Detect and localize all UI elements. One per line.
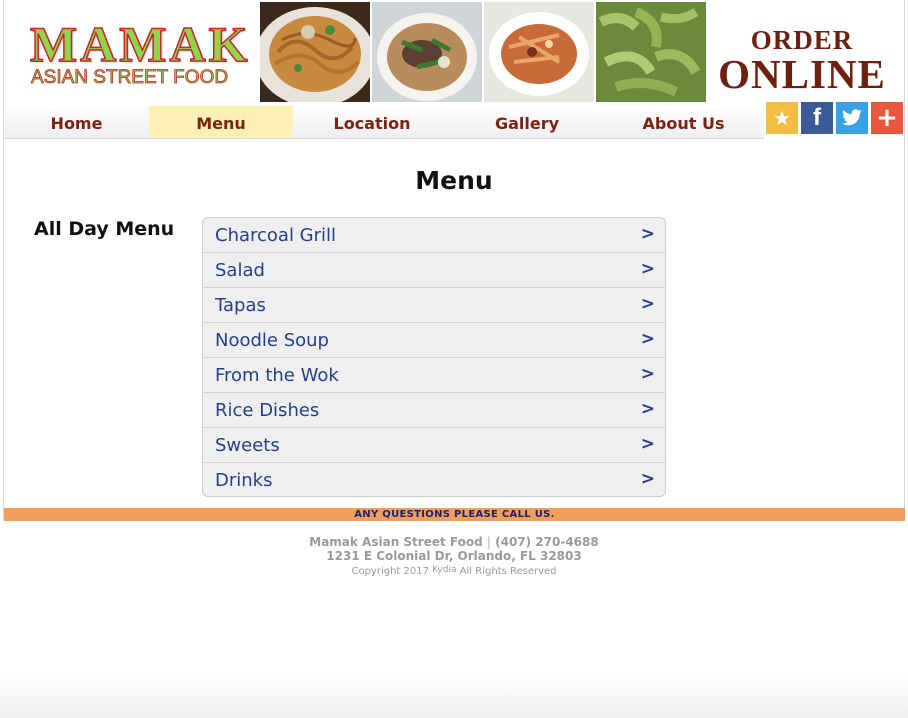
food-photo-stirfry: [484, 2, 594, 102]
footer-separator: |: [486, 535, 491, 549]
facebook-icon[interactable]: f: [801, 102, 833, 134]
menu-item-label: Charcoal Grill: [215, 225, 337, 246]
menu-item-rice-dishes[interactable]: Rice Dishes >: [203, 393, 665, 428]
copyright-rights: All Rights Reserved: [459, 566, 557, 577]
section-label: All Day Menu: [34, 218, 175, 240]
page-title: Menu: [415, 166, 493, 195]
chevron-right-icon: >: [640, 399, 655, 419]
nav-menu[interactable]: Menu: [149, 106, 293, 138]
menu-item-label: Sweets: [215, 435, 280, 456]
star-icon[interactable]: ★: [766, 102, 798, 134]
menu-item-label: Tapas: [215, 295, 266, 316]
main-nav: Home Menu Location Gallery About Us: [4, 106, 764, 139]
online-label: ONLINE: [718, 51, 886, 97]
menu-item-noodle-soup[interactable]: Noodle Soup >: [203, 323, 665, 358]
menu-item-charcoal-grill[interactable]: Charcoal Grill >: [203, 218, 665, 253]
footer-address: 1231 E Colonial Dr, Orlando, FL 32803: [326, 549, 582, 563]
chevron-right-icon: >: [640, 329, 655, 349]
menu-item-tapas[interactable]: Tapas >: [203, 288, 665, 323]
menu-item-drinks[interactable]: Drinks >: [203, 463, 665, 496]
chevron-right-icon: >: [640, 224, 655, 244]
menu-item-label: Salad: [215, 260, 265, 281]
nav-home[interactable]: Home: [4, 106, 149, 138]
call-us-bar: ANY QUESTIONS PLEASE CALL US.: [4, 508, 905, 521]
order-online-button[interactable]: ORDER ONLINE: [712, 25, 892, 97]
menu-item-label: From the Wok: [215, 365, 339, 386]
logo-subtitle: ASIAN STREET FOOD: [31, 67, 229, 89]
menu-item-salad[interactable]: Salad >: [203, 253, 665, 288]
chevron-right-icon: >: [640, 434, 655, 454]
nav-location[interactable]: Location: [293, 106, 451, 138]
menu-item-from-the-wok[interactable]: From the Wok >: [203, 358, 665, 393]
chevron-right-icon: >: [640, 364, 655, 384]
order-label: ORDER: [750, 25, 854, 55]
menu-item-label: Noodle Soup: [215, 330, 329, 351]
kydia-link[interactable]: Kydia: [432, 565, 456, 575]
plus-icon[interactable]: +: [871, 102, 903, 134]
food-photo-soup: [372, 2, 482, 102]
menu-category-list: Charcoal Grill > Salad > Tapas > Noodle …: [202, 217, 666, 497]
footer-business-name: Mamak Asian Street Food: [309, 535, 483, 549]
logo-title: MAMAK: [29, 16, 251, 72]
twitter-icon[interactable]: [836, 102, 868, 134]
footer-contact: Mamak Asian Street Food | (407) 270-4688: [0, 535, 908, 549]
nav-about-us[interactable]: About Us: [603, 106, 764, 138]
nav-gallery[interactable]: Gallery: [451, 106, 603, 138]
menu-item-label: Drinks: [215, 470, 273, 491]
footer-phone[interactable]: (407) 270-4688: [495, 535, 599, 549]
chevron-right-icon: >: [640, 259, 655, 279]
site-logo[interactable]: MAMAK ASIAN STREET FOOD: [28, 17, 248, 96]
chevron-right-icon: >: [640, 469, 655, 489]
footer-copyright: Copyright 2017 Kydia All Rights Reserved: [0, 565, 908, 577]
menu-item-label: Rice Dishes: [215, 400, 320, 421]
chevron-right-icon: >: [640, 294, 655, 314]
copyright-text: Copyright 2017: [351, 566, 429, 577]
page-bottom-fade: [0, 676, 908, 718]
food-photo-edamame: [596, 2, 706, 102]
menu-item-sweets[interactable]: Sweets >: [203, 428, 665, 463]
food-photo-noodles: [260, 2, 370, 102]
